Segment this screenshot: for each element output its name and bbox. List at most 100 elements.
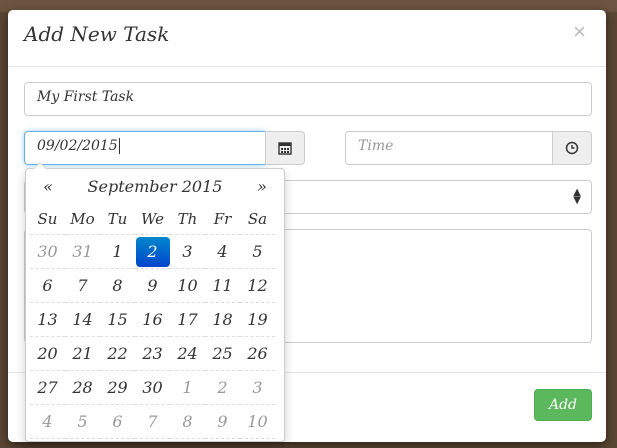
clock-button[interactable] [552, 131, 592, 165]
calendar-week-row: 30 31 1 2 3 4 5 [30, 234, 275, 269]
calendar-week-row: 4 5 6 7 8 9 10 [30, 404, 275, 439]
calendar-day-label: 19 [247, 310, 268, 329]
modal-title: Add New Task [24, 22, 170, 46]
calendar-day-label: 1 [182, 378, 193, 397]
calendar-day[interactable]: 15 [100, 302, 135, 337]
calendar-day-label: 25 [212, 344, 233, 363]
calendar-day[interactable]: 6 [100, 404, 135, 439]
calendar-day-label: 17 [177, 310, 198, 329]
calendar-day[interactable]: 12 [240, 268, 275, 303]
clock-icon [565, 141, 579, 155]
calendar-body: 30 31 1 2 3 4 5 6 7 8 9 10 11 12 13 14 15 16 17 18 19 20 21 22 2… [30, 234, 275, 439]
close-button[interactable]: × [567, 18, 592, 46]
time-input[interactable]: Time [345, 131, 553, 165]
weekday-header: Tu [100, 204, 135, 235]
date-value: 09/02/2015 [37, 138, 118, 154]
weekday-header: Th [170, 204, 205, 235]
calendar-day[interactable]: 8 [170, 404, 205, 439]
calendar-day[interactable]: 9 [205, 404, 240, 439]
calendar-day-label: 4 [42, 412, 53, 431]
calendar-day[interactable]: 26 [240, 336, 275, 371]
calendar-day-label: 8 [112, 276, 123, 295]
calendar-day[interactable]: 30 [30, 234, 65, 269]
calendar-day[interactable]: 17 [170, 302, 205, 337]
calendar-day-label: 13 [37, 310, 58, 329]
calendar-day[interactable]: 29 [100, 370, 135, 405]
calendar-day[interactable]: 14 [65, 302, 100, 337]
calendar-day-label: 24 [177, 344, 198, 363]
calendar-day[interactable]: 22 [100, 336, 135, 371]
calendar-day[interactable]: 30 [135, 370, 170, 405]
calendar-day-label: 16 [142, 310, 163, 329]
calendar-day[interactable]: 8 [100, 268, 135, 303]
calendar-day[interactable]: 1 [100, 234, 135, 269]
calendar-day[interactable]: 2 [205, 370, 240, 405]
datepicker-header: « September 2015 » [26, 173, 284, 201]
weekday-row: Su Mo Tu We Th Fr Sa [30, 204, 275, 235]
calendar-day-label: 8 [182, 412, 193, 431]
calendar-icon [278, 142, 292, 155]
calendar-day[interactable]: 24 [170, 336, 205, 371]
calendar-day[interactable]: 11 [205, 268, 240, 303]
calendar-day[interactable]: 5 [65, 404, 100, 439]
calendar-day[interactable]: 25 [205, 336, 240, 371]
calendar-day-label: 9 [147, 276, 158, 295]
calendar-day-label: 5 [252, 242, 263, 261]
calendar-day[interactable]: 23 [135, 336, 170, 371]
calendar-day-label: 22 [107, 344, 128, 363]
calendar-day-label: 26 [247, 344, 268, 363]
calendar-day[interactable]: 10 [240, 404, 275, 439]
calendar-day[interactable]: 3 [170, 234, 205, 269]
calendar-day[interactable]: 9 [135, 268, 170, 303]
select-arrows-icon: ▲ ▼ [573, 187, 581, 206]
calendar-week-row: 27 28 29 30 1 2 3 [30, 370, 275, 405]
calendar-day[interactable]: 10 [170, 268, 205, 303]
calendar-day[interactable]: 31 [65, 234, 100, 269]
calendar-day-label: 1 [112, 242, 123, 261]
calendar-day[interactable]: 13 [30, 302, 65, 337]
calendar-day[interactable]: 7 [65, 268, 100, 303]
datepicker: « September 2015 » Su Mo Tu We Th Fr Sa 30 31 1 2… [25, 162, 285, 442]
calendar-day[interactable]: 18 [205, 302, 240, 337]
calendar-day[interactable]: 1 [170, 370, 205, 405]
calendar-day[interactable]: 7 [135, 404, 170, 439]
calendar-day-label: 28 [72, 378, 93, 397]
calendar-day-label: 2 [135, 236, 170, 267]
weekday-header: Sa [240, 204, 275, 235]
calendar-day-label: 23 [142, 344, 163, 363]
calendar-week-row: 20 21 22 23 24 25 26 [30, 336, 275, 371]
calendar-day[interactable]: 6 [30, 268, 65, 303]
calendar-day-selected[interactable]: 2 [135, 234, 170, 269]
calendar-day-label: 5 [77, 412, 88, 431]
month-label[interactable]: September 2015 [66, 173, 244, 201]
calendar-day-label: 6 [112, 412, 123, 431]
calendar-day-label: 31 [72, 242, 93, 261]
calendar-day-label: 30 [142, 378, 163, 397]
calendar-day[interactable]: 28 [65, 370, 100, 405]
add-button[interactable]: Add [534, 389, 592, 421]
calendar-day[interactable]: 5 [240, 234, 275, 269]
calendar-day[interactable]: 19 [240, 302, 275, 337]
weekday-header: Mo [65, 204, 100, 235]
calendar-day-label: 10 [247, 412, 268, 431]
calendar-day[interactable]: 27 [30, 370, 65, 405]
calendar-day[interactable]: 3 [240, 370, 275, 405]
calendar-day-label: 20 [37, 344, 58, 363]
calendar-day-label: 11 [212, 276, 233, 295]
task-name-input[interactable]: My First Task [24, 82, 592, 116]
date-input[interactable]: 09/02/2015 [24, 131, 266, 165]
calendar-day-label: 15 [107, 310, 128, 329]
calendar-day[interactable]: 20 [30, 336, 65, 371]
calendar-day[interactable]: 16 [135, 302, 170, 337]
calendar-button[interactable] [265, 131, 305, 165]
calendar-day-label: 14 [72, 310, 93, 329]
next-month-button[interactable]: » [246, 173, 278, 201]
calendar-day-label: 10 [177, 276, 198, 295]
prev-month-button[interactable]: « [32, 173, 64, 201]
modal-header: Add New Task × [8, 10, 606, 67]
calendar-day[interactable]: 21 [65, 336, 100, 371]
calendar-day-label: 4 [217, 242, 228, 261]
calendar-day[interactable]: 4 [205, 234, 240, 269]
weekday-header: Fr [205, 204, 240, 235]
calendar-day[interactable]: 4 [30, 404, 65, 439]
